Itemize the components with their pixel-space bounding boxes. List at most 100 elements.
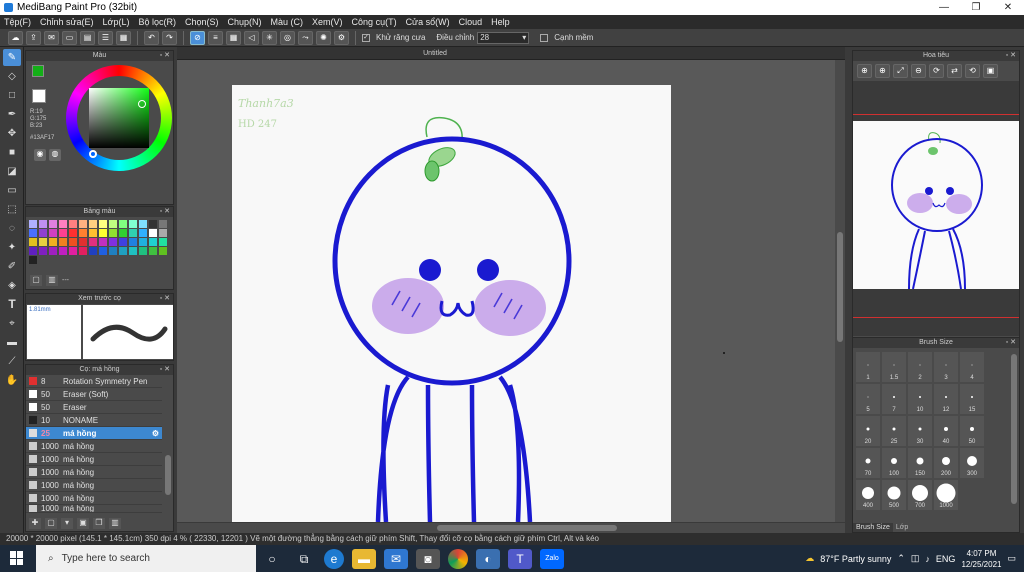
- color-wheel[interactable]: [66, 65, 172, 171]
- hand-tool-icon[interactable]: ✋: [3, 372, 21, 389]
- horizontal-scrollbar[interactable]: [177, 523, 845, 533]
- delete-palette-icon[interactable]: ▥: [46, 275, 58, 286]
- curve-snap-icon[interactable]: ⤳: [298, 30, 313, 45]
- task-view-icon[interactable]: ⧉: [292, 549, 316, 569]
- palette-swatch[interactable]: [139, 238, 147, 246]
- menu-layer[interactable]: Lớp(L): [103, 17, 130, 27]
- palette-swatch[interactable]: [99, 247, 107, 255]
- brush-size-cell[interactable]: 12: [933, 383, 959, 415]
- palette-swatch[interactable]: [99, 238, 107, 246]
- palette-swatch[interactable]: [69, 229, 77, 237]
- palette-swatch[interactable]: [159, 247, 167, 255]
- brush-size-cell[interactable]: 15: [959, 383, 985, 415]
- palette-swatch[interactable]: [109, 220, 117, 228]
- transparent-swatch[interactable]: [32, 89, 46, 103]
- palette-swatch[interactable]: [29, 247, 37, 255]
- list-icon[interactable]: ☰: [98, 30, 113, 45]
- brush-size-cell[interactable]: 2: [907, 351, 933, 383]
- palette-swatch[interactable]: [89, 247, 97, 255]
- duplicate-icon[interactable]: ❐: [93, 518, 105, 529]
- grid-snap-icon[interactable]: ▦: [226, 30, 241, 45]
- brush-item[interactable]: 1000 má hồng: [26, 492, 162, 505]
- brush-item[interactable]: 1000 má hồng: [26, 505, 162, 513]
- palette-swatch[interactable]: [139, 229, 147, 237]
- network-icon[interactable]: ◫: [911, 553, 920, 564]
- file-explorer-icon[interactable]: ▬: [352, 548, 376, 569]
- panels-icon[interactable]: ▦: [116, 30, 131, 45]
- weather-icon[interactable]: ☁: [805, 553, 814, 564]
- palette-swatch[interactable]: [59, 247, 67, 255]
- new-palette-icon[interactable]: ▢: [30, 275, 42, 286]
- language-indicator[interactable]: ENG: [936, 554, 956, 564]
- palette-swatch[interactable]: [119, 238, 127, 246]
- document-tab[interactable]: Untitled: [335, 47, 535, 60]
- gear-icon[interactable]: ⚙: [152, 429, 159, 438]
- palette-swatch[interactable]: [149, 238, 157, 246]
- palette-swatch[interactable]: [129, 229, 137, 237]
- select-eraser-icon[interactable]: ◈: [3, 277, 21, 294]
- sv-marker[interactable]: [138, 100, 146, 108]
- panel-close-icon[interactable]: ▫ ✕: [1006, 51, 1016, 61]
- menu-filter[interactable]: Bộ lọc(R): [138, 17, 176, 27]
- magic-wand-icon[interactable]: ✦: [3, 239, 21, 256]
- menu-tools[interactable]: Công cụ(T): [352, 17, 397, 27]
- gear-icon[interactable]: ⚙: [334, 30, 349, 45]
- palette-swatch[interactable]: [89, 220, 97, 228]
- brush-size-cell[interactable]: 1: [855, 351, 881, 383]
- teams-icon[interactable]: T: [508, 548, 532, 569]
- lock-icon[interactable]: ▣: [983, 64, 998, 78]
- medibang-icon[interactable]: ◐: [476, 548, 500, 569]
- palette-swatch[interactable]: [89, 229, 97, 237]
- brush-size-cell[interactable]: 20: [855, 415, 881, 447]
- gradient-tool-icon[interactable]: ▭: [3, 182, 21, 199]
- palette-swatch[interactable]: [49, 229, 57, 237]
- eraser-tool-icon[interactable]: ◇: [3, 68, 21, 85]
- cloud-icon[interactable]: ☁: [8, 30, 23, 45]
- new-brush-icon[interactable]: ▢: [45, 518, 57, 529]
- palette-swatch[interactable]: [59, 238, 67, 246]
- palette-grid[interactable]: [29, 220, 173, 264]
- palette-swatch[interactable]: [29, 256, 37, 264]
- redo-icon[interactable]: ↷: [162, 30, 177, 45]
- vertical-scrollbar[interactable]: [835, 60, 845, 522]
- canvas-area[interactable]: Thanh7a3 HD 247: [177, 60, 845, 533]
- palette-swatch[interactable]: [159, 220, 167, 228]
- snap-settings-icon[interactable]: ✺: [316, 30, 331, 45]
- select-tool-icon[interactable]: ⬚: [3, 201, 21, 218]
- brush-size-cell[interactable]: 300: [959, 447, 985, 479]
- brush-size-cell[interactable]: 400: [855, 479, 881, 511]
- brush-item[interactable]: 1000 má hồng: [26, 479, 162, 492]
- palette-swatch[interactable]: [79, 238, 87, 246]
- brush-item-selected[interactable]: 25 má hồng ⚙: [26, 427, 162, 440]
- panel-close-icon[interactable]: ▫ ✕: [1006, 338, 1016, 348]
- brush-item[interactable]: 50 Eraser: [26, 401, 162, 414]
- menu-color[interactable]: Màu (C): [271, 17, 304, 27]
- palette-swatch[interactable]: [59, 220, 67, 228]
- palette-swatch[interactable]: [49, 238, 57, 246]
- brush-size-cell[interactable]: 150: [907, 447, 933, 479]
- menu-select[interactable]: Chọn(S): [185, 17, 219, 27]
- undo-icon[interactable]: ↶: [144, 30, 159, 45]
- bucket-tool-icon[interactable]: ◪: [3, 163, 21, 180]
- menu-snap[interactable]: Chụp(N): [228, 17, 262, 27]
- menu-help[interactable]: Help: [491, 17, 510, 27]
- clock[interactable]: 4:07 PM 12/25/2021: [961, 548, 1001, 570]
- panel-close-icon[interactable]: ▫ ✕: [160, 294, 170, 304]
- perspective-snap-icon[interactable]: ◁: [244, 30, 259, 45]
- horizontal-scroll-thumb[interactable]: [437, 525, 617, 531]
- palette-swatch[interactable]: [69, 238, 77, 246]
- page-icon[interactable]: ▤: [80, 30, 95, 45]
- reset-icon[interactable]: ⟲: [965, 64, 980, 78]
- drawing-paper[interactable]: Thanh7a3 HD 247: [232, 85, 671, 523]
- palette-swatch[interactable]: [139, 247, 147, 255]
- taskbar-search[interactable]: ⌕ Type here to search: [36, 545, 256, 572]
- palette-swatch[interactable]: [119, 229, 127, 237]
- palette-swatch[interactable]: [49, 247, 57, 255]
- palette-swatch[interactable]: [69, 247, 77, 255]
- palette-swatch[interactable]: [119, 247, 127, 255]
- primary-color-swatch[interactable]: [32, 65, 44, 77]
- menu-window[interactable]: Cửa sổ(W): [406, 17, 450, 27]
- brush-item[interactable]: 10 NONAME: [26, 414, 162, 427]
- volume-icon[interactable]: ♪: [925, 554, 930, 564]
- brush-size-cell[interactable]: 1.5: [881, 351, 907, 383]
